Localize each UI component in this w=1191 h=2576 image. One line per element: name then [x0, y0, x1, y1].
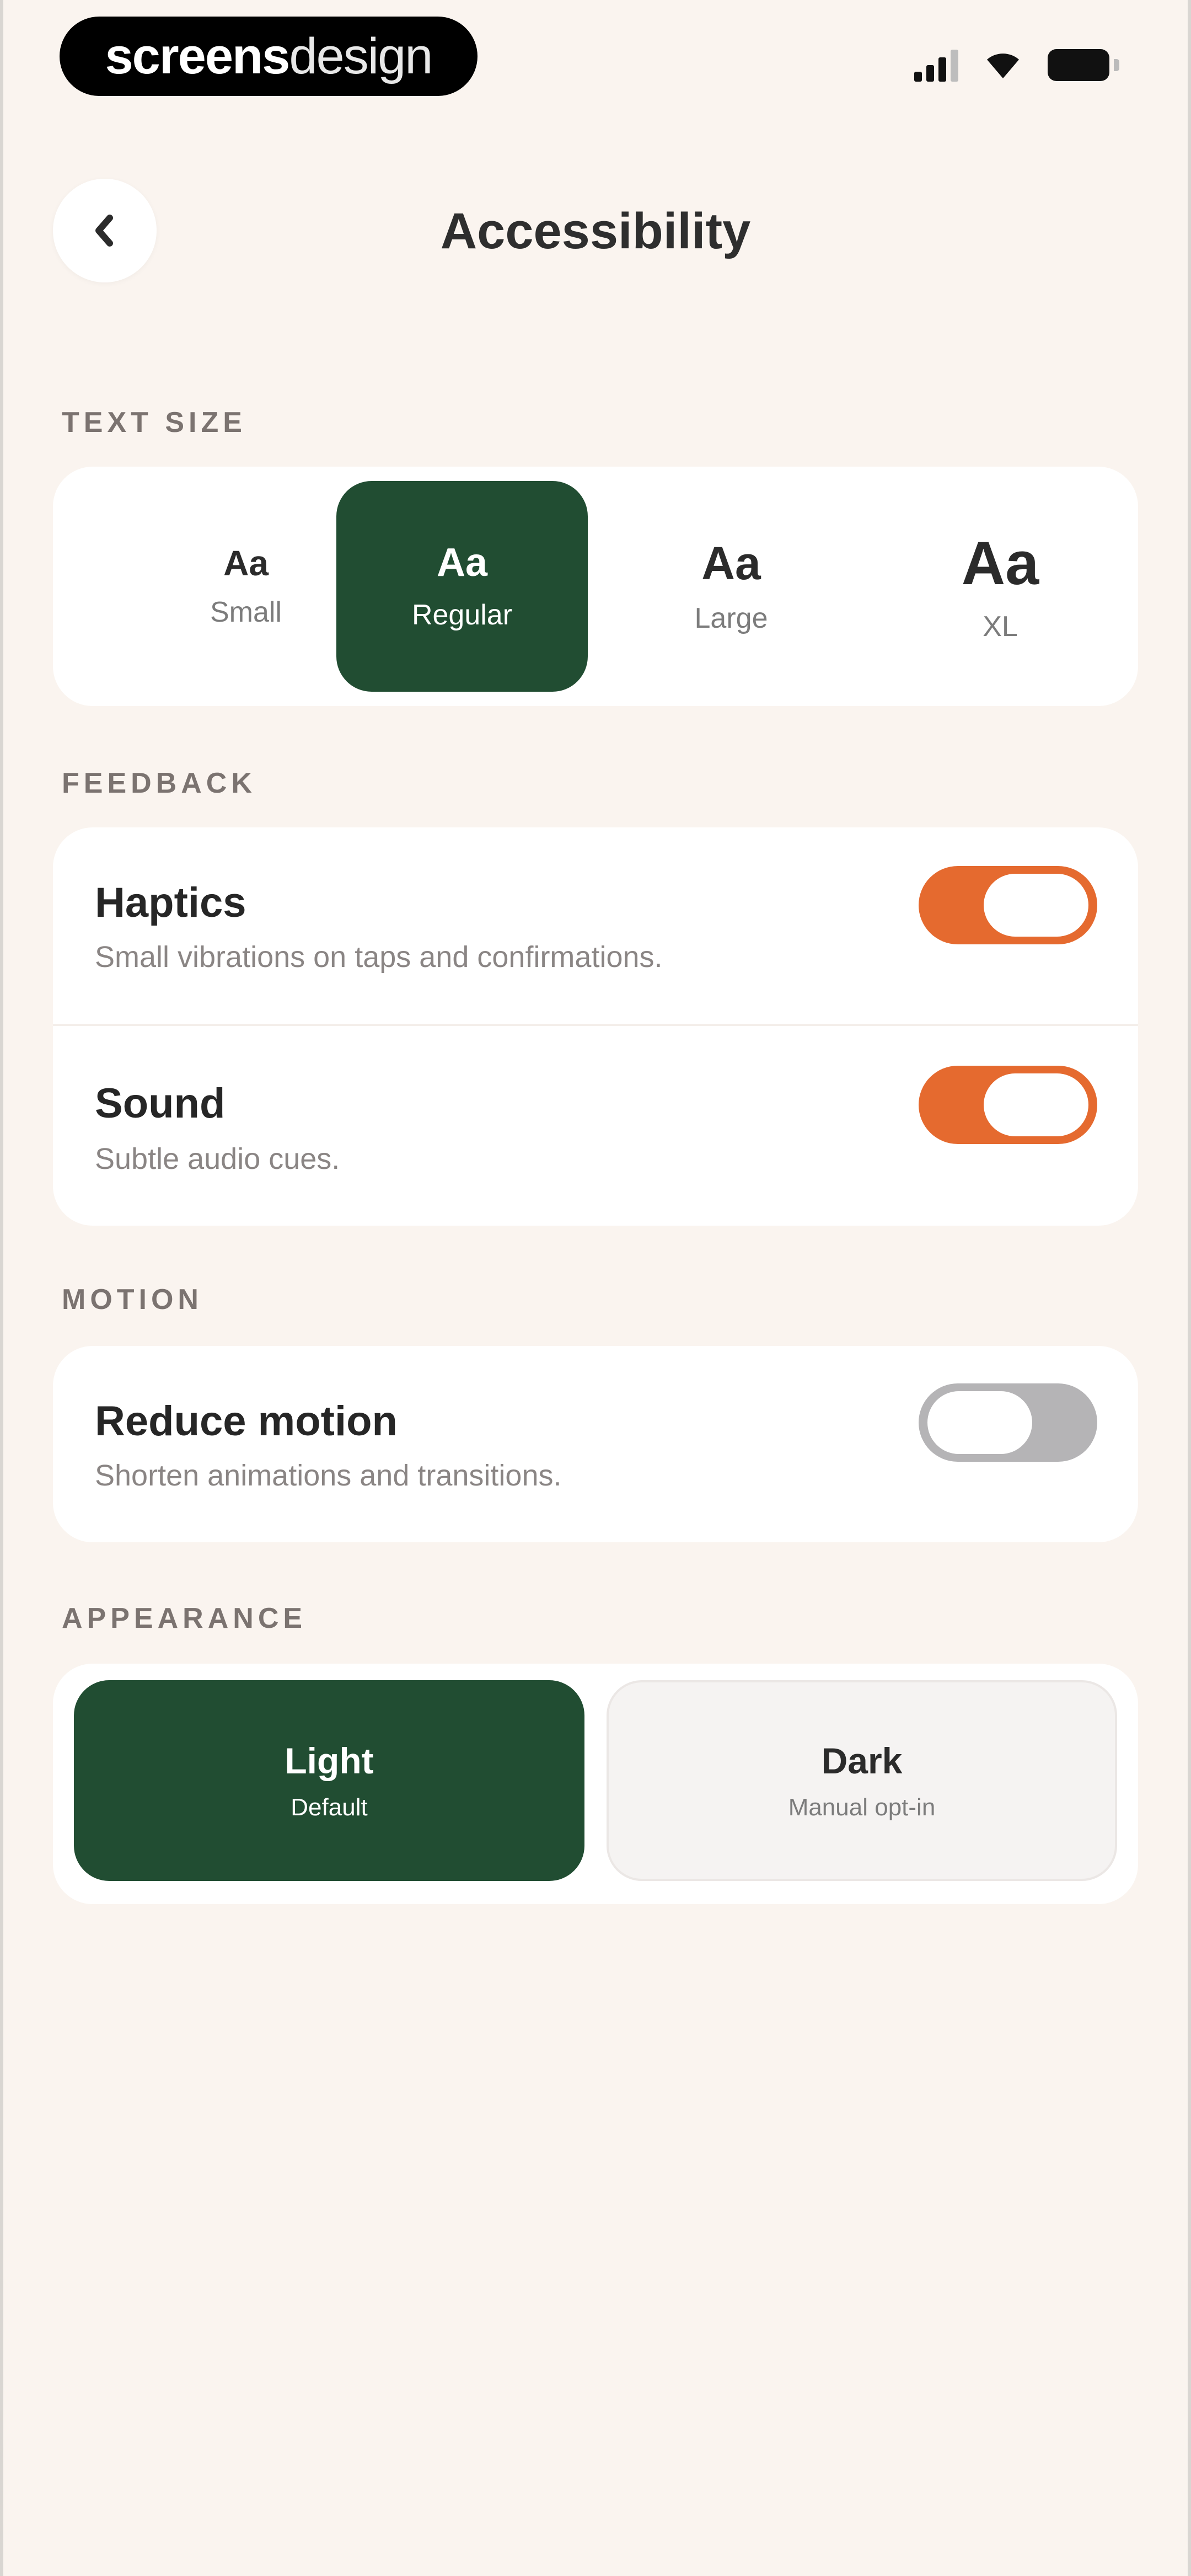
frame-edge-left — [0, 0, 3, 2576]
text-size-card: Aa Small Aa Regular Aa Large Aa XL — [53, 467, 1138, 706]
sound-row: Sound Subtle audio cues. — [53, 1026, 1138, 1226]
text-size-xl-option[interactable]: Aa XL — [875, 481, 1126, 692]
sound-toggle[interactable] — [919, 1066, 1097, 1144]
text-size-small-option[interactable]: Aa Small — [120, 481, 372, 692]
text-size-regular-sample: Aa — [436, 541, 488, 585]
appearance-card: Light Default Dark Manual opt-in — [53, 1664, 1138, 1904]
text-size-large-option[interactable]: Aa Large — [605, 481, 857, 692]
haptics-row: Haptics Small vibrations on taps and con… — [53, 827, 1138, 1024]
page-title: Accessibility — [440, 203, 751, 259]
appearance-light-option[interactable]: Light Default — [74, 1680, 584, 1881]
appearance-light-label: Light — [285, 1740, 374, 1781]
reduce-motion-subtitle: Shorten animations and transitions. — [95, 1459, 562, 1492]
section-label-text-size: TEXT SIZE — [62, 407, 246, 439]
text-size-regular-label: Regular — [411, 598, 513, 631]
brand-logo-light: design — [289, 28, 433, 84]
brand-logo: screens design — [60, 17, 478, 96]
motion-card: Reduce motion Shorten animations and tra… — [53, 1346, 1138, 1542]
feedback-card: Haptics Small vibrations on taps and con… — [53, 827, 1138, 1226]
battery-icon — [1048, 49, 1119, 81]
status-icons — [914, 49, 1119, 82]
text-size-xl-sample: Aa — [961, 529, 1039, 597]
section-label-feedback: FEEDBACK — [62, 767, 256, 799]
haptics-toggle[interactable] — [919, 866, 1097, 944]
brand-logo-bold: screens — [105, 28, 291, 84]
section-label-motion: MOTION — [62, 1284, 203, 1316]
haptics-title: Haptics — [95, 879, 246, 926]
appearance-dark-subtitle: Manual opt-in — [788, 1794, 936, 1821]
frame-edge-right — [1188, 0, 1191, 2576]
reduce-motion-title: Reduce motion — [95, 1398, 398, 1445]
text-size-small-label: Small — [210, 596, 282, 629]
text-size-large-label: Large — [694, 602, 768, 635]
text-size-small-sample: Aa — [223, 543, 269, 583]
text-size-large-sample: Aa — [701, 537, 761, 589]
appearance-dark-option[interactable]: Dark Manual opt-in — [607, 1680, 1117, 1881]
section-label-appearance: APPEARANCE — [62, 1602, 307, 1634]
appearance-dark-label: Dark — [821, 1740, 903, 1781]
status-bar: screens design — [0, 0, 1191, 121]
appearance-light-subtitle: Default — [291, 1794, 368, 1821]
sound-title: Sound — [95, 1080, 226, 1127]
wifi-icon — [987, 54, 1019, 78]
text-size-xl-label: XL — [983, 610, 1018, 643]
haptics-subtitle: Small vibrations on taps and confirmatio… — [95, 940, 663, 974]
reduce-motion-toggle[interactable] — [919, 1383, 1097, 1462]
cellular-signal-icon — [914, 49, 958, 82]
reduce-motion-row: Reduce motion Shorten animations and tra… — [53, 1346, 1138, 1542]
text-size-regular-option[interactable]: Aa Regular — [336, 481, 588, 692]
sound-subtitle: Subtle audio cues. — [95, 1142, 340, 1175]
